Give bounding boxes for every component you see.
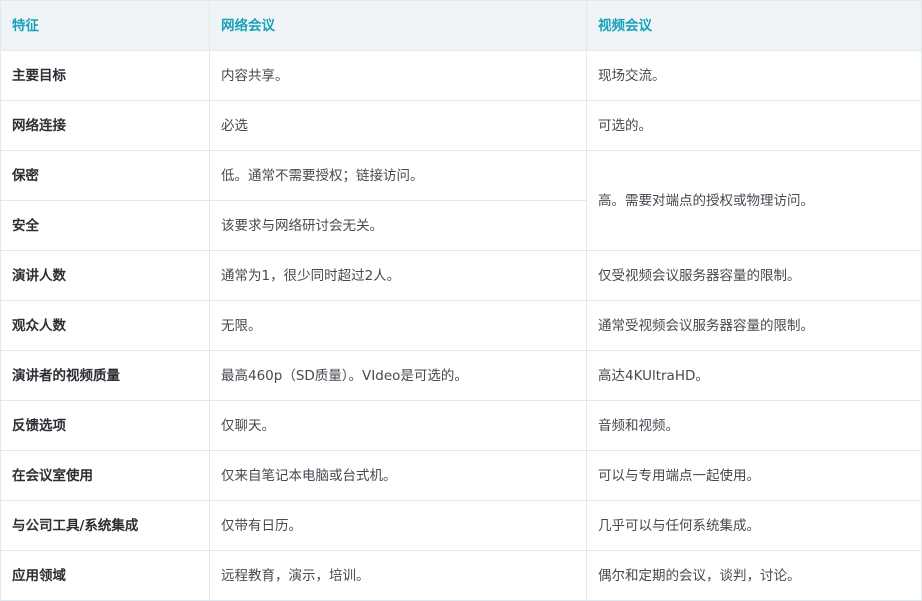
web-cell: 仅带有日历。: [209, 500, 587, 551]
video-cell: 可以与专用端点一起使用。: [586, 450, 922, 501]
table-row: 演讲者的视频质量 最高460p（SD质量）。VIdeo是可选的。 高达4KUlt…: [0, 350, 922, 401]
web-cell: 无限。: [209, 300, 587, 351]
video-cell: 通常受视频会议服务器容量的限制。: [586, 300, 922, 351]
table-row: 主要目标 内容共享。 现场交流。: [0, 50, 922, 101]
video-cell: 音频和视频。: [586, 400, 922, 451]
web-cell: 仅来自笔记本电脑或台式机。: [209, 450, 587, 501]
comparison-table: 特征 网络会议 视频会议 主要目标 内容共享。 现场交流。 网络连接 必选 可选…: [0, 0, 922, 601]
header-row: 特征 网络会议 视频会议: [0, 0, 922, 51]
table-row: 保密 低。通常不需要授权；链接访问。 高。需要对端点的授权或物理访问。: [0, 150, 922, 251]
feature-cell: 保密: [0, 150, 210, 201]
web-cell: 仅聊天。: [209, 400, 587, 451]
feature-cell: 反馈选项: [0, 400, 210, 451]
video-cell: 可选的。: [586, 100, 922, 151]
web-cell: 低。通常不需要授权；链接访问。: [209, 150, 587, 201]
video-cell: 几乎可以与任何系统集成。: [586, 500, 922, 551]
table-row: 在会议室使用 仅来自笔记本电脑或台式机。 可以与专用端点一起使用。: [0, 450, 922, 501]
header-feature: 特征: [0, 0, 210, 51]
feature-cell: 网络连接: [0, 100, 210, 151]
feature-cell: 与公司工具/系统集成: [0, 500, 210, 551]
feature-cell: 在会议室使用: [0, 450, 210, 501]
video-cell: 仅受视频会议服务器容量的限制。: [586, 250, 922, 301]
video-cell: 偶尔和定期的会议，谈判，讨论。: [586, 550, 922, 601]
feature-cell: 应用领域: [0, 550, 210, 601]
web-cell: 必选: [209, 100, 587, 151]
table-row: 与公司工具/系统集成 仅带有日历。 几乎可以与任何系统集成。: [0, 500, 922, 551]
table-row: 观众人数 无限。 通常受视频会议服务器容量的限制。: [0, 300, 922, 351]
video-cell: 高达4KUltraHD。: [586, 350, 922, 401]
header-video-conference: 视频会议: [586, 0, 922, 51]
table-row: 网络连接 必选 可选的。: [0, 100, 922, 151]
feature-cell: 主要目标: [0, 50, 210, 101]
web-cell: 该要求与网络研讨会无关。: [209, 200, 587, 251]
web-cell: 内容共享。: [209, 50, 587, 101]
web-cell: 通常为1，很少同时超过2人。: [209, 250, 587, 301]
header-web-conference: 网络会议: [209, 0, 587, 51]
video-cell: 现场交流。: [586, 50, 922, 101]
feature-cell: 演讲者的视频质量: [0, 350, 210, 401]
table-row: 演讲人数 通常为1，很少同时超过2人。 仅受视频会议服务器容量的限制。: [0, 250, 922, 301]
video-cell-merged: 高。需要对端点的授权或物理访问。: [586, 150, 922, 251]
table-row: 反馈选项 仅聊天。 音频和视频。: [0, 400, 922, 451]
feature-cell: 观众人数: [0, 300, 210, 351]
feature-cell: 演讲人数: [0, 250, 210, 301]
feature-cell: 安全: [0, 200, 210, 251]
web-cell: 最高460p（SD质量）。VIdeo是可选的。: [209, 350, 587, 401]
table-row: 应用领域 远程教育，演示，培训。 偶尔和定期的会议，谈判，讨论。: [0, 550, 922, 601]
web-cell: 远程教育，演示，培训。: [209, 550, 587, 601]
